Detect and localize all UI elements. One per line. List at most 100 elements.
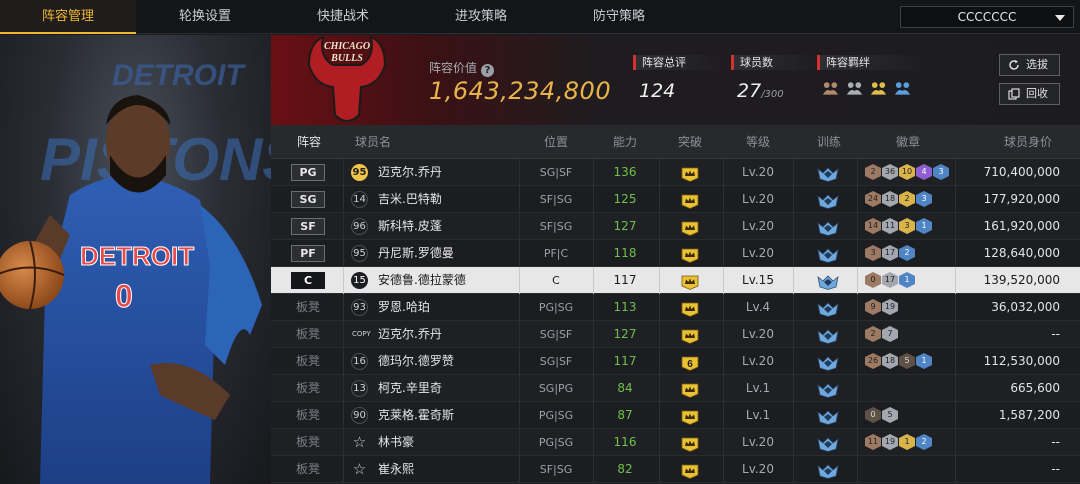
table-row[interactable]: SF 96 斯科特.皮蓬 SF|SG 127 Lv.20 14 11 3 1 161,920,000 xyxy=(271,213,1080,240)
badge-chip[interactable]: 10 xyxy=(899,164,915,180)
lineup-slot-badge[interactable]: SF xyxy=(291,218,325,235)
player-name[interactable]: 林书豪 xyxy=(378,429,414,456)
badge-chip[interactable]: 0 xyxy=(865,407,881,423)
breakthrough-crown-icon[interactable] xyxy=(681,435,699,452)
badge-chip[interactable]: 2 xyxy=(899,245,915,261)
col-header-breakthrough[interactable]: 突破 xyxy=(665,125,715,159)
breakthrough-crown-icon[interactable] xyxy=(681,462,699,479)
badge-chip[interactable]: 17 xyxy=(882,272,898,288)
table-row[interactable]: 板凳 ☆ 林书豪 PG|SG 116 Lv.20 11 19 1 2 -- xyxy=(271,429,1080,456)
badge-chip[interactable]: 1 xyxy=(899,272,915,288)
col-header-name[interactable]: 球员名 xyxy=(343,125,403,159)
select-button[interactable]: 选拔 xyxy=(999,54,1060,76)
lineup-slot-badge[interactable]: C xyxy=(291,272,325,289)
breakthrough-level-icon[interactable]: 6 xyxy=(681,354,699,371)
handshake-icon[interactable] xyxy=(821,80,840,96)
col-header-position[interactable]: 位置 xyxy=(519,125,593,159)
breakthrough-crown-icon[interactable] xyxy=(681,192,699,209)
col-header-rating[interactable]: 能力 xyxy=(601,125,649,159)
badge-chip[interactable]: 2 xyxy=(916,434,932,450)
badge-chip[interactable]: 5 xyxy=(882,407,898,423)
tab-defense-strategy[interactable]: 防守策略 xyxy=(550,0,688,34)
player-name[interactable]: 德玛尔.德罗赞 xyxy=(378,348,454,375)
badge-chip[interactable]: 7 xyxy=(882,326,898,342)
badge-chip[interactable]: 3 xyxy=(933,164,949,180)
table-row[interactable]: PF 95 丹尼斯.罗德曼 PF|C 118 Lv.20 3 17 2 128,640,000 xyxy=(271,240,1080,267)
badge-chip[interactable]: 17 xyxy=(882,245,898,261)
breakthrough-crown-icon[interactable] xyxy=(681,300,699,317)
player-name[interactable]: 斯科特.皮蓬 xyxy=(378,213,442,240)
breakthrough-crown-icon[interactable] xyxy=(681,246,699,263)
player-name[interactable]: 柯克.辛里奇 xyxy=(378,375,442,402)
training-icon[interactable] xyxy=(817,408,839,425)
player-name[interactable]: 罗恩.哈珀 xyxy=(378,294,430,321)
badge-chip[interactable]: 5 xyxy=(899,353,915,369)
player-name[interactable]: 迈克尔.乔丹 xyxy=(378,321,442,348)
player-name[interactable]: 丹尼斯.罗德曼 xyxy=(378,240,454,267)
breakthrough-crown-icon[interactable] xyxy=(681,408,699,425)
breakthrough-crown-icon[interactable] xyxy=(681,165,699,182)
badge-chip[interactable]: 1 xyxy=(899,434,915,450)
badge-chip[interactable]: 9 xyxy=(865,299,881,315)
badge-chip[interactable]: 2 xyxy=(865,326,881,342)
player-name[interactable]: 克莱格.霍奇斯 xyxy=(378,402,454,429)
table-row[interactable]: 板凳 93 罗恩.哈珀 PG|SG 113 Lv.4 9 19 36,032,000 xyxy=(271,294,1080,321)
player-name[interactable]: 崔永熙 xyxy=(378,456,414,483)
badge-chip[interactable]: 14 xyxy=(865,218,881,234)
recycle-button[interactable]: 回收 xyxy=(999,83,1060,105)
breakthrough-crown-icon[interactable] xyxy=(681,327,699,344)
badge-chip[interactable]: 36 xyxy=(882,164,898,180)
table-row[interactable]: 板凳 COPY 迈克尔.乔丹 SG|SF 127 Lv.20 2 7 -- xyxy=(271,321,1080,348)
breakthrough-crown-icon[interactable] xyxy=(681,273,699,290)
tab-rotation-settings[interactable]: 轮换设置 xyxy=(136,0,274,34)
lineup-slot-badge[interactable]: PF xyxy=(291,245,325,262)
col-header-salary[interactable]: 球员身价 xyxy=(983,125,1073,159)
badge-chip[interactable]: 26 xyxy=(865,353,881,369)
tab-quick-tactics[interactable]: 快捷战术 xyxy=(274,0,412,34)
training-icon[interactable] xyxy=(817,273,839,290)
col-header-level[interactable]: 等级 xyxy=(723,125,793,159)
table-row[interactable]: 板凳 ☆ 崔永熙 SF|SG 82 Lv.20 -- xyxy=(271,456,1080,483)
table-row[interactable]: 板凳 90 克莱格.霍奇斯 PG|SG 87 Lv.1 0 5 1,587,200 xyxy=(271,402,1080,429)
lineup-slot-badge[interactable]: SG xyxy=(291,191,325,208)
badge-chip[interactable]: 11 xyxy=(865,434,881,450)
team-select-dropdown[interactable]: CCCCCCC xyxy=(900,6,1074,28)
badge-chip[interactable]: 4 xyxy=(916,164,932,180)
breakthrough-crown-icon[interactable] xyxy=(681,381,699,398)
badge-chip[interactable]: 11 xyxy=(882,218,898,234)
breakthrough-crown-icon[interactable] xyxy=(681,219,699,236)
handshake-icon[interactable] xyxy=(845,80,864,96)
handshake-gold-icon[interactable] xyxy=(869,80,888,96)
training-icon[interactable] xyxy=(817,246,839,263)
col-header-training[interactable]: 训练 xyxy=(801,125,857,159)
badge-chip[interactable]: 18 xyxy=(882,191,898,207)
training-icon[interactable] xyxy=(817,165,839,182)
tab-lineup-management[interactable]: 阵容管理 xyxy=(0,0,136,34)
tab-offense-strategy[interactable]: 进攻策略 xyxy=(412,0,550,34)
training-icon[interactable] xyxy=(817,354,839,371)
badge-chip[interactable]: 2 xyxy=(899,191,915,207)
col-header-badges[interactable]: 徽章 xyxy=(865,125,951,159)
badge-chip[interactable]: 3 xyxy=(865,245,881,261)
badge-chip[interactable]: 1 xyxy=(916,353,932,369)
table-row[interactable]: PG 95 迈克尔.乔丹 SG|SF 136 Lv.20 2 36 10 4 3 710,400,00… xyxy=(271,159,1080,186)
training-icon[interactable] xyxy=(817,381,839,398)
training-icon[interactable] xyxy=(817,219,839,236)
handshake-blue-icon[interactable] xyxy=(893,80,912,96)
training-icon[interactable] xyxy=(817,327,839,344)
table-row[interactable]: C 15 安德鲁.德拉蒙德 C 117 Lv.15 0 17 1 139,520,000 xyxy=(271,267,1080,294)
training-icon[interactable] xyxy=(817,435,839,452)
training-icon[interactable] xyxy=(817,300,839,317)
badge-chip[interactable]: 24 xyxy=(865,191,881,207)
lineup-slot-badge[interactable]: PG xyxy=(291,164,325,181)
badge-chip[interactable]: 19 xyxy=(882,434,898,450)
badge-chip[interactable]: 18 xyxy=(882,353,898,369)
col-header-slot[interactable]: 阵容 xyxy=(281,125,337,159)
help-icon[interactable]: ? xyxy=(481,64,495,77)
table-row[interactable]: 板凳 16 德玛尔.德罗赞 SG|SF 117 6 Lv.20 26 18 5 1 112,530,0… xyxy=(271,348,1080,375)
badge-chip[interactable]: 1 xyxy=(916,218,932,234)
player-name[interactable]: 吉米.巴特勒 xyxy=(378,186,442,213)
badge-chip[interactable]: 19 xyxy=(882,299,898,315)
badge-chip[interactable]: 3 xyxy=(916,191,932,207)
training-icon[interactable] xyxy=(817,192,839,209)
